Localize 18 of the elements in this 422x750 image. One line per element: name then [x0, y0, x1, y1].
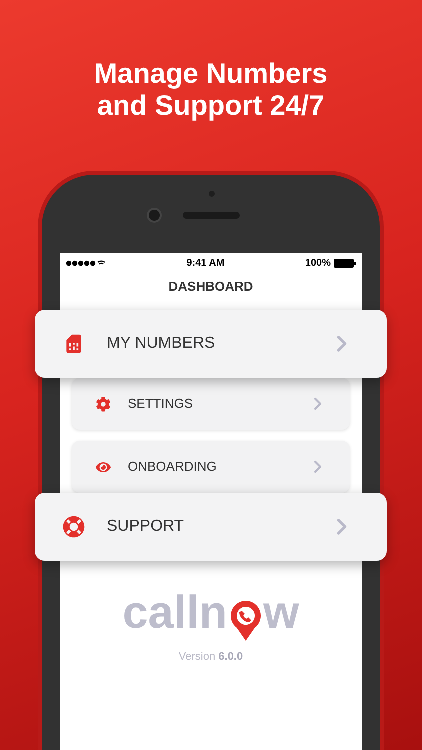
signal-icon [66, 260, 106, 266]
logo-text: w [264, 589, 300, 635]
menu-item[interactable]: ONBOARDING [72, 441, 350, 493]
settings-icon [96, 396, 111, 412]
headline: Manage Numbers [94, 58, 328, 90]
eye-icon [96, 460, 111, 474]
logo-text: calln [122, 589, 228, 635]
battery-percent: 100% [305, 256, 331, 270]
headline: and Support 24/7 [97, 90, 325, 122]
status-time: 9:41 AM [186, 256, 225, 270]
speaker-slot [183, 212, 240, 219]
menu-item[interactable]: SUPPORT [35, 493, 387, 561]
menu-item[interactable]: MY NUMBERS [35, 310, 387, 378]
version-text: Version 6.0.0 [178, 650, 244, 665]
screen-title: DASHBOARD [168, 278, 254, 296]
lifebuoy-icon [63, 516, 85, 538]
battery-icon [334, 258, 356, 268]
menu-item[interactable]: SETTINGS [72, 378, 350, 430]
